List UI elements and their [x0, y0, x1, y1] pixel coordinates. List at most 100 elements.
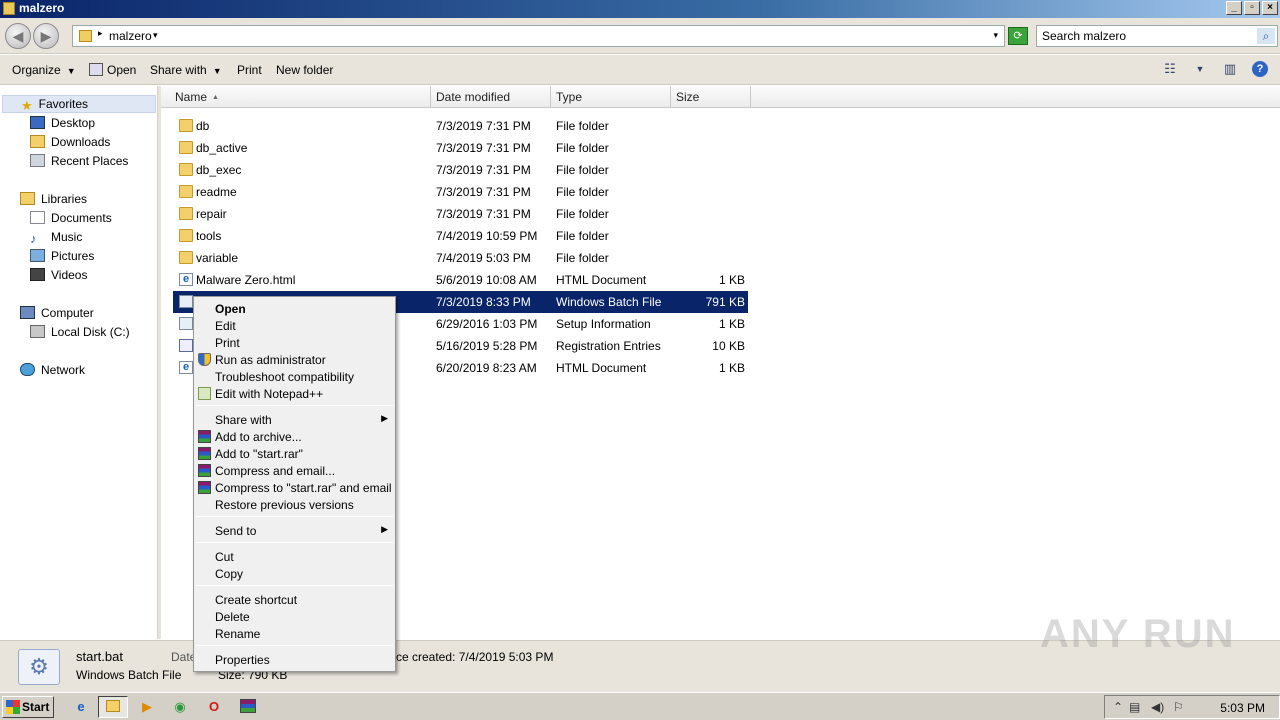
- menu-properties[interactable]: Properties: [195, 651, 394, 668]
- chevron-down-icon[interactable]: ▼: [1192, 61, 1208, 77]
- batch-file-icon: [179, 295, 193, 308]
- nav-music[interactable]: ♪ Music: [30, 230, 82, 246]
- media-player-icon[interactable]: ▶: [132, 696, 162, 718]
- menu-add-archive[interactable]: Add to archive...: [195, 428, 394, 445]
- menu-edit-notepad[interactable]: Edit with Notepad++: [195, 385, 394, 402]
- column-size[interactable]: Size: [671, 86, 751, 108]
- details-created: ce created: 7/4/2019 5:03 PM: [396, 650, 554, 664]
- file-type: Windows Batch File: [556, 295, 662, 309]
- menu-add-rar[interactable]: Add to "start.rar": [195, 445, 394, 462]
- search-box[interactable]: ⌕: [1036, 25, 1278, 47]
- title-bar: malzero _ ▫ ×: [0, 0, 1280, 18]
- menu-compress-rar-email[interactable]: Compress to "start.rar" and email: [195, 479, 394, 496]
- chevron-right-icon[interactable]: ▸: [98, 28, 103, 39]
- nav-recent-places[interactable]: Recent Places: [30, 154, 128, 168]
- organize-button[interactable]: Organize ▼: [12, 63, 76, 77]
- submenu-arrow-icon: ▶: [381, 413, 388, 423]
- menu-compress-email[interactable]: Compress and email...: [195, 462, 394, 479]
- menu-create-shortcut-label: Create shortcut: [215, 593, 298, 607]
- file-date: 7/3/2019 8:33 PM: [436, 295, 531, 309]
- file-row[interactable]: db_active 7/3/2019 7:31 PM File folder: [173, 137, 748, 159]
- back-button[interactable]: ◀: [5, 23, 31, 49]
- column-name[interactable]: Name ▲: [170, 86, 431, 108]
- file-row[interactable]: Malware Zero.html 5/6/2019 10:08 AM HTML D…: [173, 269, 748, 291]
- folder-icon: [179, 141, 193, 154]
- column-date[interactable]: Date modified: [431, 86, 551, 108]
- opera-icon[interactable]: O: [199, 696, 229, 718]
- nav-favorites[interactable]: ★ Favorites: [2, 95, 156, 113]
- menu-send-to[interactable]: Send to ▶: [195, 522, 394, 539]
- network-icon[interactable]: ▤: [1129, 700, 1140, 714]
- menu-edit[interactable]: Edit: [195, 317, 394, 334]
- file-date: 7/3/2019 7:31 PM: [436, 119, 531, 133]
- nav-desktop[interactable]: Desktop: [30, 116, 95, 130]
- nav-documents[interactable]: Documents: [30, 211, 112, 225]
- file-row[interactable]: db 7/3/2019 7:31 PM File folder: [173, 115, 748, 137]
- maximize-button[interactable]: ▫: [1244, 1, 1260, 15]
- help-icon[interactable]: ?: [1252, 61, 1268, 77]
- menu-restore[interactable]: Restore previous versions: [195, 496, 394, 513]
- menu-share-with[interactable]: Share with ▶: [195, 411, 394, 428]
- menu-rename[interactable]: Rename: [195, 625, 394, 642]
- nav-computer[interactable]: Computer: [20, 306, 94, 320]
- menu-create-shortcut[interactable]: Create shortcut: [195, 591, 394, 608]
- open-button[interactable]: Open: [89, 63, 136, 77]
- menu-properties-label: Properties: [215, 653, 270, 667]
- file-row[interactable]: db_exec 7/3/2019 7:31 PM File folder: [173, 159, 748, 181]
- file-name: variable: [196, 251, 239, 265]
- nav-pictures[interactable]: Pictures: [30, 249, 94, 263]
- start-button[interactable]: Start: [2, 696, 54, 718]
- menu-cut[interactable]: Cut: [195, 548, 394, 565]
- menu-copy[interactable]: Copy: [195, 565, 394, 582]
- nav-local-disk[interactable]: Local Disk (C:): [30, 325, 130, 339]
- close-button[interactable]: ×: [1262, 1, 1278, 15]
- nav-network[interactable]: Network: [20, 363, 85, 377]
- forward-button[interactable]: ▶: [33, 23, 59, 49]
- view-options-icon[interactable]: ☷: [1162, 61, 1178, 77]
- file-row[interactable]: repair 7/3/2019 7:31 PM File folder: [173, 203, 748, 225]
- nav-videos[interactable]: Videos: [30, 268, 87, 282]
- window-controls: _ ▫ ×: [1226, 1, 1278, 15]
- menu-open[interactable]: Open: [195, 300, 394, 317]
- menu-restore-label: Restore previous versions: [215, 498, 354, 512]
- flag-icon[interactable]: ⚐: [1173, 700, 1184, 714]
- nav-downloads[interactable]: Downloads: [30, 135, 110, 149]
- minimize-button[interactable]: _: [1226, 1, 1242, 15]
- volume-icon[interactable]: ◀): [1151, 700, 1164, 714]
- menu-delete[interactable]: Delete: [195, 608, 394, 625]
- file-name: Malware Zero.html: [196, 273, 296, 287]
- chrome-icon[interactable]: ◉: [165, 696, 195, 718]
- menu-troubleshoot[interactable]: Troubleshoot compatibility: [195, 368, 394, 385]
- explorer-taskbar-button[interactable]: [98, 696, 128, 718]
- shield-icon: [198, 353, 211, 366]
- print-button[interactable]: Print: [237, 63, 262, 77]
- address-bar[interactable]: ▸ malzero ▾ ▾: [72, 25, 1005, 47]
- column-type[interactable]: Type: [551, 86, 671, 108]
- chevron-up-icon[interactable]: ⌃: [1113, 700, 1123, 714]
- downloads-icon: [30, 135, 45, 148]
- share-with-button[interactable]: Share with ▼: [150, 63, 222, 77]
- menu-cut-label: Cut: [215, 550, 234, 564]
- address-dropdown-icon[interactable]: ▾: [993, 30, 998, 41]
- file-row[interactable]: readme 7/3/2019 7:31 PM File folder: [173, 181, 748, 203]
- menu-run-as-admin[interactable]: Run as administrator: [195, 351, 394, 368]
- refresh-icon[interactable]: ⟳: [1008, 27, 1028, 45]
- file-row[interactable]: variable 7/4/2019 5:03 PM File folder: [173, 247, 748, 269]
- menu-add-archive-label: Add to archive...: [215, 430, 302, 444]
- file-name: repair: [196, 207, 227, 221]
- winrar-taskbar-button[interactable]: [233, 696, 263, 718]
- nav-libraries[interactable]: Libraries: [20, 192, 87, 206]
- file-type: HTML Document: [556, 273, 647, 287]
- file-row[interactable]: tools 7/4/2019 10:59 PM File folder: [173, 225, 748, 247]
- preview-pane-icon[interactable]: ▥: [1222, 61, 1238, 77]
- address-path[interactable]: malzero: [109, 29, 152, 43]
- menu-print[interactable]: Print: [195, 334, 394, 351]
- search-input[interactable]: [1042, 29, 1252, 43]
- clock[interactable]: 5:03 PM: [1220, 701, 1265, 715]
- chevron-down-icon[interactable]: ▾: [153, 30, 158, 41]
- winrar-icon: [198, 447, 211, 460]
- new-folder-button[interactable]: New folder: [276, 63, 333, 77]
- nav-network-label: Network: [41, 363, 86, 377]
- internet-explorer-icon[interactable]: e: [66, 696, 96, 718]
- search-icon[interactable]: ⌕: [1257, 28, 1275, 44]
